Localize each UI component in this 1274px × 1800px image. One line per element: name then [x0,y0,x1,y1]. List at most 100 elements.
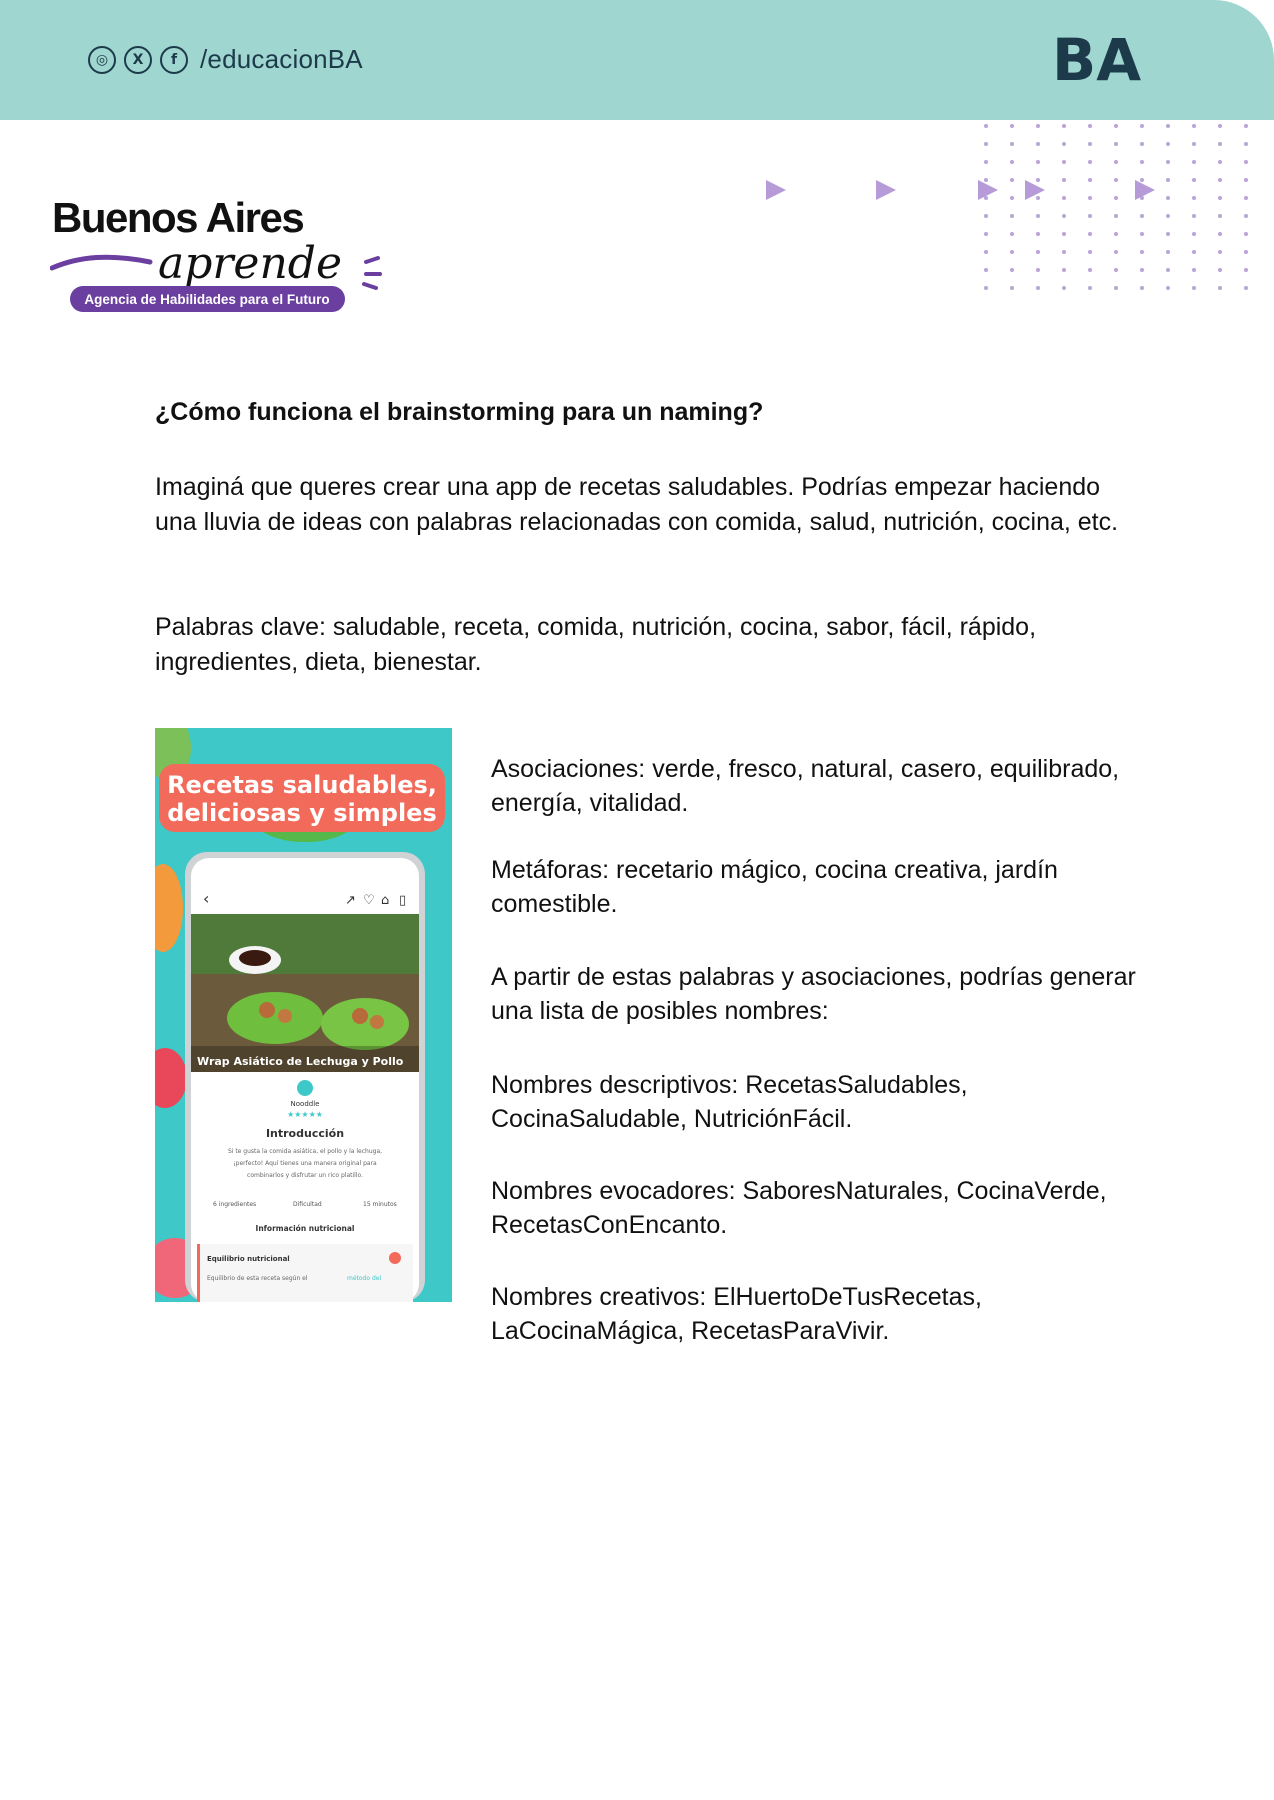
decorative-dot [1010,124,1014,128]
decorative-dot [1192,232,1196,236]
decorative-dot [1244,178,1248,182]
decorative-dot [984,160,988,164]
creative-names-paragraph: Nombres creativos: ElHuertoDeTusRecetas,… [491,1283,982,1345]
decorative-dot [1036,160,1040,164]
decorative-dot [1218,214,1222,218]
decorative-dot [1244,160,1248,164]
decorative-dot [1114,268,1118,272]
decorative-dot [1036,232,1040,236]
decorative-dot [1192,196,1196,200]
decorative-dot [1192,160,1196,164]
decorative-dot [1218,160,1222,164]
decorative-dot [1244,232,1248,236]
decorative-dot [1244,142,1248,146]
decorative-dot [1192,178,1196,182]
play-arrow-icon [1135,180,1155,200]
decorative-dot [1088,250,1092,254]
descriptive-names-paragraph: Nombres descriptivos: RecetasSaludables,… [491,1071,968,1133]
rating-stars: ★★★★★ [287,1110,323,1119]
intro-text-1: Si te gusta la comida asiática, el pollo… [228,1148,382,1155]
header-bar: ◎ X f /educacionBA BA [0,0,1274,120]
decorative-dot [1010,286,1014,290]
decorative-dot [1218,196,1222,200]
decorative-dot [1218,286,1222,290]
back-icon: ‹ [203,889,209,908]
balance-text: Equilibrio de esta receta según el [207,1275,308,1282]
decorative-dot [1140,268,1144,272]
ba-logo-text: BA [1052,30,1141,90]
play-arrow-icon [766,180,786,200]
decorative-dot [1140,160,1144,164]
intro-text-3: combinarlos y disfrutar un rico platillo… [247,1172,363,1179]
social-handle[interactable]: /educacionBA [200,44,363,75]
evocative-names-paragraph: Nombres evocadores: SaboresNaturales, Co… [491,1177,1107,1239]
decorative-dot [1010,214,1014,218]
decorative-dot [1088,142,1092,146]
decorative-dot [1244,250,1248,254]
decorative-dot [1010,160,1014,164]
decorative-dot [1010,232,1014,236]
decorative-dot [1010,142,1014,146]
decorative-dot [1114,232,1118,236]
decorative-dot [1010,250,1014,254]
x-icon[interactable]: X [124,45,152,74]
decorative-dot [1036,142,1040,146]
decorative-dot [1166,124,1170,128]
decorative-dot [984,250,988,254]
recipe-author: Nooddle [291,1100,320,1108]
facebook-icon[interactable]: f [160,45,188,74]
instagram-icon[interactable]: ◎ [88,45,116,74]
decorative-dot [1192,268,1196,272]
decorative-arrows [766,180,1155,200]
decorative-dot [1062,268,1066,272]
decorative-dot [1036,214,1040,218]
decorative-dot [1062,232,1066,236]
decorative-dot [1218,142,1222,146]
recipe-title: Wrap Asiático de Lechuga y Pollo [197,1055,404,1068]
stat-time: 15 minutos [363,1201,397,1208]
ba-logo: BA [1052,30,1141,90]
decorative-dot [1192,286,1196,290]
decorative-dot [1114,160,1118,164]
decorative-dot [1244,214,1248,218]
decorative-dot [1114,250,1118,254]
share-icon: ↗ [345,893,356,908]
decorative-dot [1166,178,1170,182]
app-screenshot-image: Recetas saludables, deliciosas y simples… [155,728,452,1302]
decorative-dot [1114,214,1118,218]
decorative-dot [1088,286,1092,290]
decorative-dot [1088,160,1092,164]
decorative-dot [984,214,988,218]
decorative-dot [1062,286,1066,290]
decorative-dot [1192,124,1196,128]
balance-link: método del [347,1275,381,1282]
decorative-dot [984,286,988,290]
decorative-dot [1218,232,1222,236]
decorative-dot [1114,286,1118,290]
decorative-dot [1140,124,1144,128]
decorative-dot [1244,268,1248,272]
decorative-dot [1192,250,1196,254]
decorative-dot [1062,142,1066,146]
decorative-dot [1114,124,1118,128]
decorative-dot [1218,124,1222,128]
app-headline-2: deliciosas y simples [167,799,436,827]
heart-icon: ♡ [363,893,375,908]
decorative-dot [1036,250,1040,254]
decorative-dot [1062,160,1066,164]
decorative-dot [1166,214,1170,218]
play-arrow-icon [978,180,998,200]
decorative-dot [1062,124,1066,128]
metaphors-paragraph: Metáforas: recetario mágico, cocina crea… [491,856,1058,918]
decorative-dot [1140,214,1144,218]
decorative-dot [1062,214,1066,218]
buenos-aires-aprende-logo: Buenos Aires aprende Agencia de Habilida… [50,196,382,312]
decorative-dot [1218,178,1222,182]
decorative-dot [1088,232,1092,236]
decorative-dot [1088,214,1092,218]
decorative-dot [1010,268,1014,272]
decorative-dot [1166,160,1170,164]
decorative-dot [984,268,988,272]
decorative-dot [1088,124,1092,128]
names-intro-paragraph: A partir de estas palabras y asociacione… [491,963,1136,1025]
